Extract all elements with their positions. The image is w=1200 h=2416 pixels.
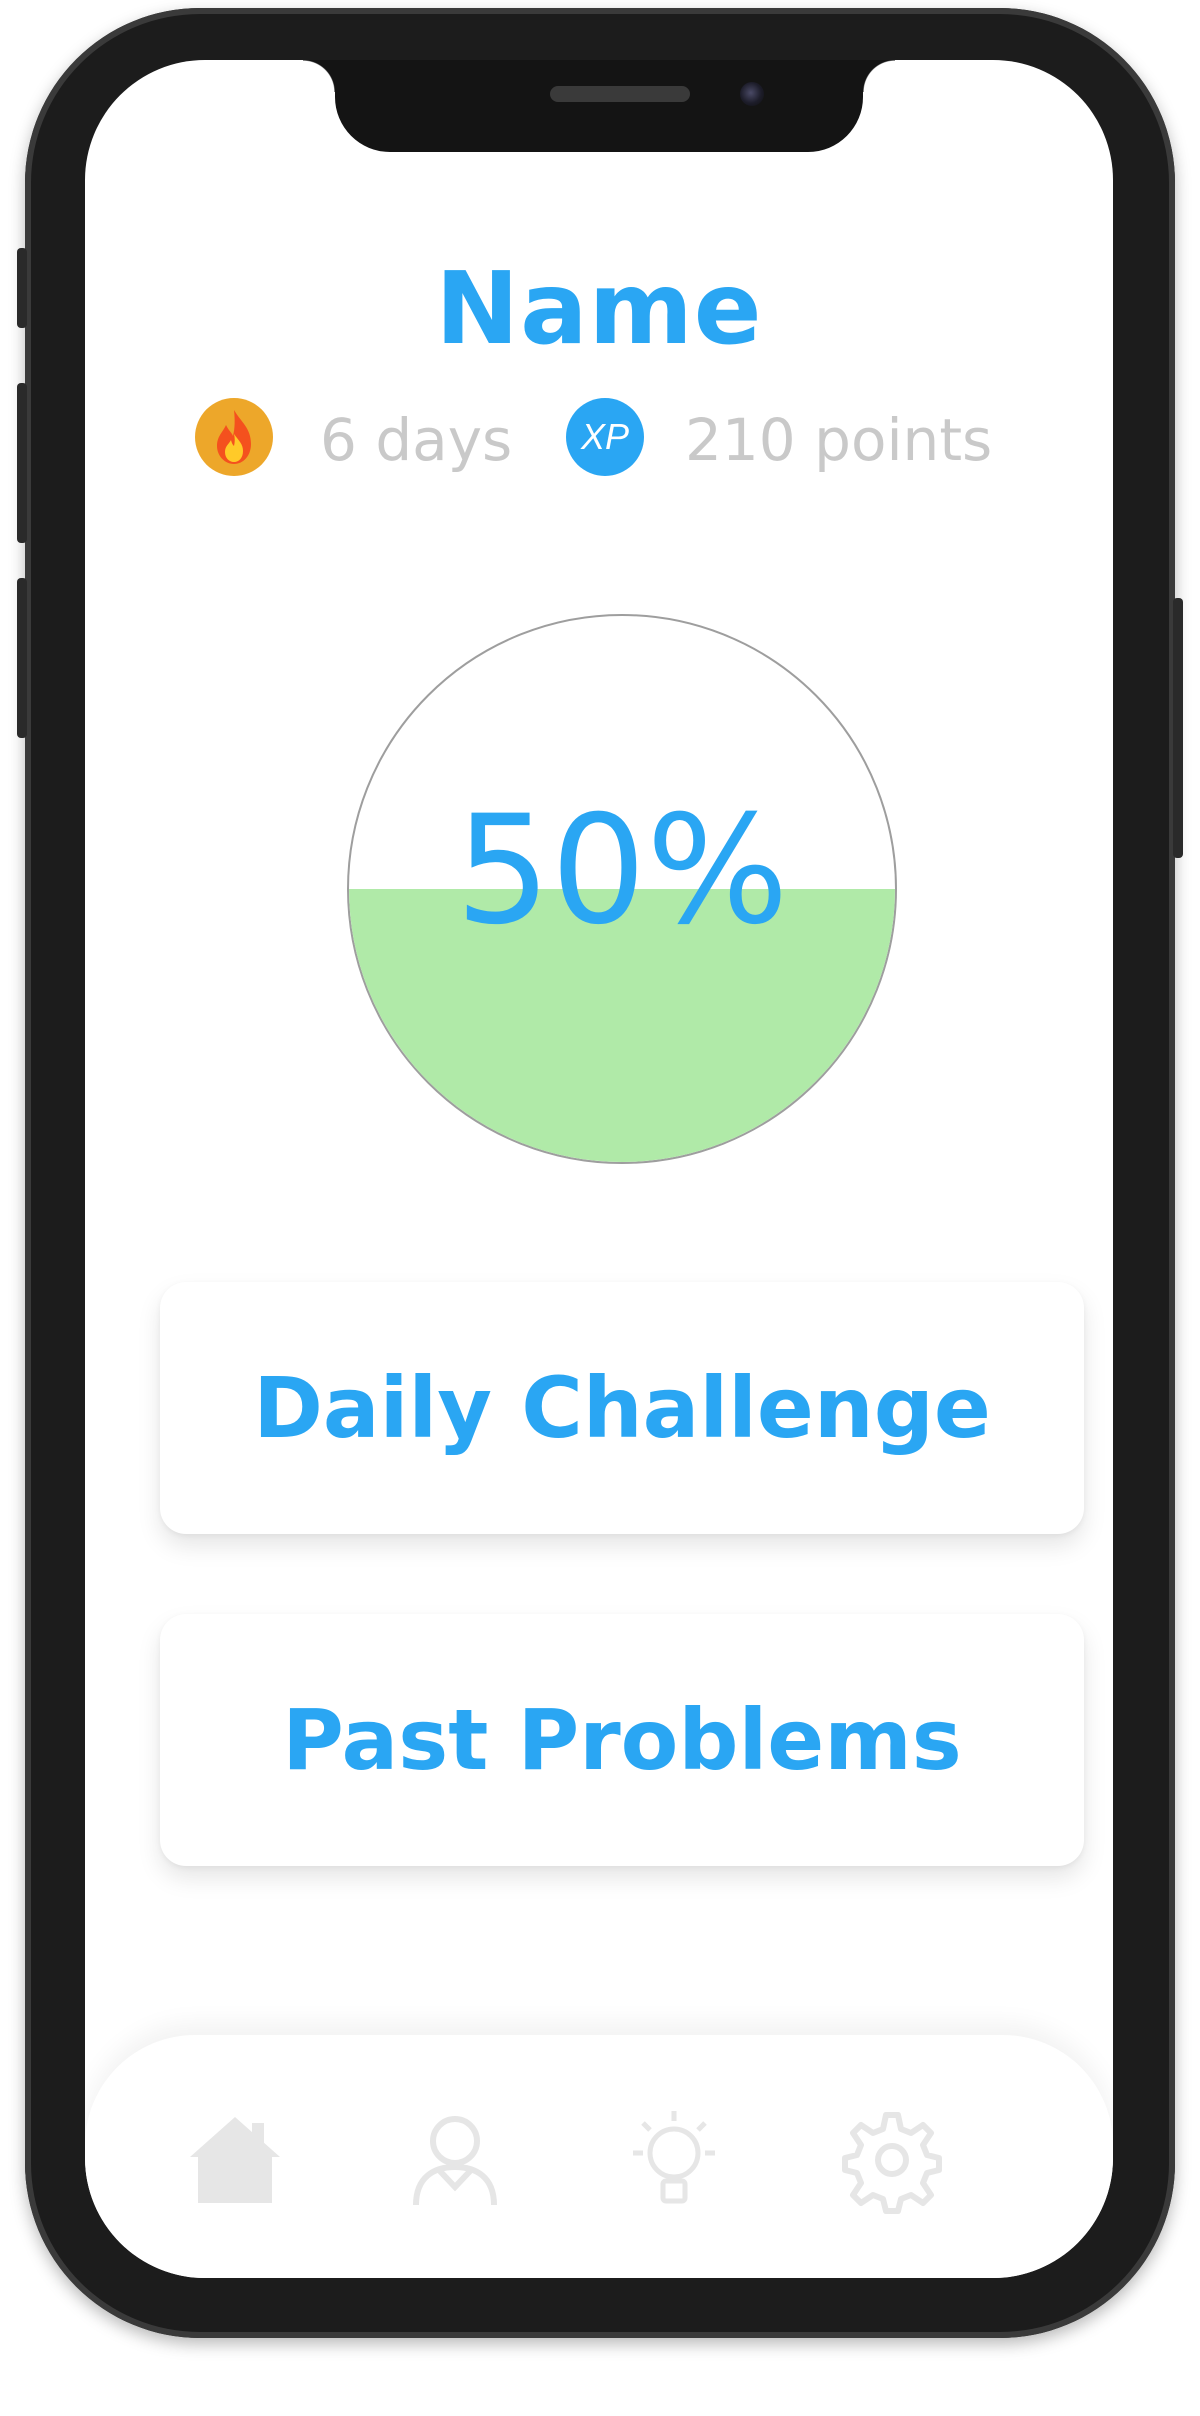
daily-challenge-button[interactable]: Daily Challenge — [160, 1282, 1084, 1534]
notch — [303, 60, 895, 152]
home-icon — [190, 2117, 280, 2203]
earpiece-speaker — [550, 86, 690, 102]
app-screen: Name 6 days XP 210 points 50% Daily Chal… — [85, 60, 1113, 2278]
progress-circle: 50% — [347, 614, 897, 1164]
user-name: Name — [435, 250, 763, 367]
nav-ideas[interactable] — [619, 2105, 729, 2215]
front-camera — [740, 82, 764, 106]
xp-icon: XP — [566, 398, 644, 476]
streak-days: 6 days — [320, 406, 513, 474]
nav-settings[interactable] — [837, 2105, 947, 2215]
bottom-nav — [85, 2035, 1113, 2278]
lightbulb-icon — [633, 2111, 715, 2204]
gear-icon — [842, 2112, 942, 2214]
stats-row: 6 days XP 210 points — [195, 398, 1075, 478]
progress-percentage: 50% — [455, 784, 789, 958]
phone-volume-down — [17, 578, 27, 738]
past-problems-button[interactable]: Past Problems — [160, 1614, 1084, 1866]
nav-home[interactable] — [180, 2105, 290, 2215]
phone-side-button — [17, 248, 27, 328]
xp-badge-label: XP — [580, 416, 630, 457]
fire-icon — [195, 398, 273, 476]
nav-profile[interactable] — [400, 2105, 510, 2215]
points-count: 210 points — [685, 406, 993, 474]
profile-icon — [413, 2116, 497, 2206]
phone-power-button — [1173, 598, 1183, 858]
phone-volume-up — [17, 383, 27, 543]
phone-frame: Name 6 days XP 210 points 50% Daily Chal… — [17, 8, 1183, 2338]
